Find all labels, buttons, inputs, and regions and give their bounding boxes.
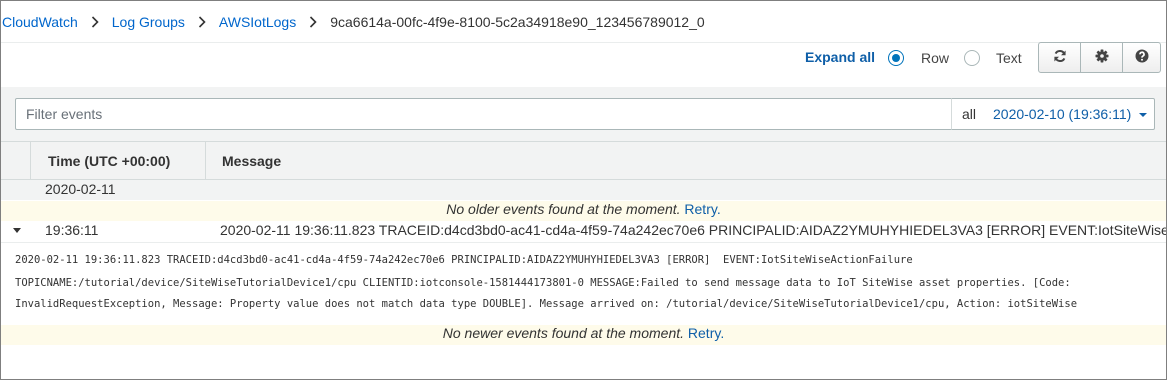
breadcrumb-current-log-stream: 9ca6614a-00fc-4f9e-8100-5c2a34918e90_123… [330,14,705,30]
event-detail-line: TOPICNAME:/tutorial/device/SiteWiseTutor… [15,277,1071,289]
empty-area [1,345,1166,379]
help-icon [1135,49,1149,66]
newer-events-notice: No newer events found at the moment. Ret… [1,325,1166,345]
retry-older-link[interactable]: Retry. [684,201,720,217]
chevron-right-icon [296,12,330,32]
breadcrumb-awsiotlogs[interactable]: AWSIotLogs [219,14,296,30]
time-range-dropdown[interactable]: all 2020-02-10 (19:36:11) [951,98,1155,130]
expand-all-link[interactable]: Expand all [805,49,875,65]
time-range-value: 2020-02-10 (19:36:11) [993,106,1132,122]
event-time: 19:36:11 [45,222,99,238]
chevron-right-icon [185,12,219,32]
refresh-icon [1053,49,1067,66]
text-view-label[interactable]: Text [996,50,1022,66]
breadcrumb-log-groups[interactable]: Log Groups [112,14,185,30]
event-detail-panel: 2020-02-11 19:36:11.823 TRACEID:d4cd3bd0… [1,242,1166,320]
date-group-row: 2020-02-11 [1,180,1166,200]
gear-icon [1095,49,1109,66]
filter-events-input[interactable] [15,98,952,130]
event-detail-line: InvalidRequestException, Message: Proper… [15,298,1078,310]
event-message: 2020-02-11 19:36:11.823 TRACEID:d4cd3bd0… [220,222,1166,238]
help-button[interactable] [1122,42,1161,73]
expand-column-header [1,142,31,179]
time-column-header[interactable]: Time (UTC +00:00) [31,142,206,179]
time-column-label: Time (UTC +00:00) [48,153,171,169]
refresh-button[interactable] [1038,42,1081,73]
divider [1,42,1166,43]
older-events-text: No older events found at the moment. [446,201,681,217]
message-column-label: Message [222,153,282,169]
newer-events-text: No newer events found at the moment. [442,325,685,341]
date-group-label: 2020-02-11 [45,181,116,197]
event-detail-line: 2020-02-11 19:36:11.823 TRACEID:d4cd3bd0… [15,254,913,266]
row-view-label[interactable]: Row [921,50,949,66]
table-header: Time (UTC +00:00) Message [1,141,1166,180]
older-events-notice: No older events found at the moment. Ret… [1,201,1166,221]
toolbar-button-group [1038,42,1161,73]
settings-button[interactable] [1080,42,1123,73]
caret-down-icon[interactable] [13,228,21,233]
breadcrumb: CloudWatch Log Groups AWSIotLogs 9ca6614… [2,12,705,32]
caret-down-icon [1139,113,1147,117]
message-column-header[interactable]: Message [206,142,1166,179]
breadcrumb-cloudwatch[interactable]: CloudWatch [2,14,78,30]
chevron-right-icon [78,12,112,32]
log-event-row[interactable]: 19:36:11 2020-02-11 19:36:11.823 TRACEID… [1,222,1166,241]
row-view-radio[interactable] [888,50,904,66]
time-range-all-label: all [962,106,977,122]
retry-newer-link[interactable]: Retry. [688,325,724,341]
text-view-radio[interactable] [964,50,980,66]
